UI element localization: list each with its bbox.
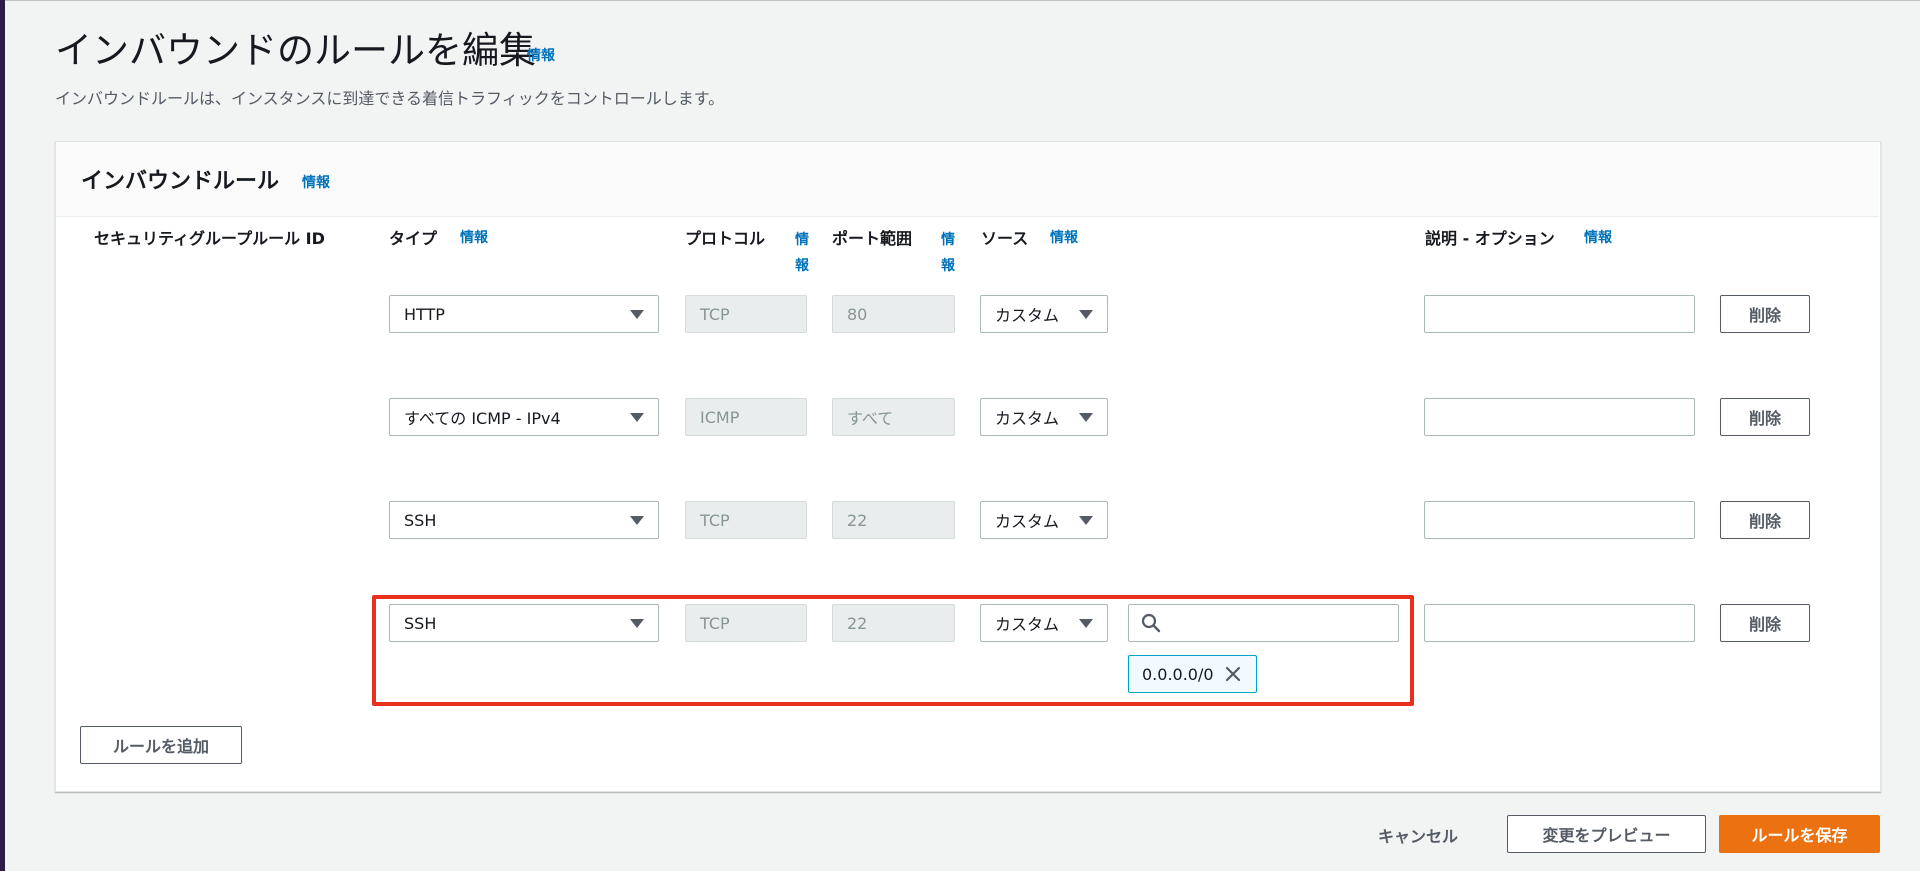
- source-cidr-token: 0.0.0.0/0: [1128, 655, 1257, 693]
- delete-rule-button[interactable]: 削除: [1720, 501, 1810, 539]
- column-header-description-info-link[interactable]: 情報: [1584, 227, 1612, 247]
- caret-down-icon: [630, 309, 644, 319]
- rule-source-select[interactable]: カスタム: [980, 398, 1108, 436]
- rule-protocol-value: ICMP: [700, 407, 740, 427]
- caret-down-icon: [1079, 309, 1093, 319]
- rule-type-select[interactable]: すべての ICMP - IPv4: [389, 398, 659, 436]
- search-icon: [1141, 613, 1161, 633]
- rule-port-range-field: 22: [832, 501, 955, 539]
- window-top-edge: [5, 0, 1920, 1]
- delete-rule-button[interactable]: 削除: [1720, 604, 1810, 642]
- caret-down-icon: [1079, 515, 1093, 525]
- page-title-info-link[interactable]: 情報: [527, 45, 555, 65]
- rule-type-select[interactable]: SSH: [389, 604, 659, 642]
- rule-type-select[interactable]: HTTP: [389, 295, 659, 333]
- column-header-protocol-info-link[interactable]: 情報: [685, 227, 809, 279]
- rule-port-range-value: 80: [847, 304, 868, 324]
- rule-description-input[interactable]: [1424, 295, 1695, 333]
- caret-down-icon: [630, 618, 644, 628]
- rule-source-select[interactable]: カスタム: [980, 295, 1108, 333]
- rule-description-input[interactable]: [1424, 398, 1695, 436]
- rule-port-range-value: 22: [847, 510, 868, 530]
- column-header-port-range-info-link[interactable]: 情報: [832, 227, 955, 279]
- save-rules-button[interactable]: ルールを保存: [1719, 815, 1880, 853]
- rule-type-value: SSH: [404, 613, 437, 633]
- column-header-type: タイプ: [389, 229, 438, 248]
- rule-type-select[interactable]: SSH: [389, 501, 659, 539]
- rule-port-range-value: 22: [847, 613, 868, 633]
- caret-down-icon: [630, 412, 644, 422]
- column-header-rule-id: セキュリティグループルール ID: [94, 229, 325, 248]
- rule-protocol-field: TCP: [685, 501, 807, 539]
- rule-port-range-value: すべて: [847, 409, 894, 428]
- rule-protocol-field: TCP: [685, 604, 807, 642]
- caret-down-icon: [630, 515, 644, 525]
- preview-changes-button[interactable]: 変更をプレビュー: [1507, 815, 1706, 853]
- panel-title: インバウンドルール: [81, 169, 280, 194]
- rule-port-range-field: 80: [832, 295, 955, 333]
- close-icon[interactable]: [1224, 665, 1242, 683]
- rule-source-select[interactable]: カスタム: [980, 501, 1108, 539]
- delete-rule-button[interactable]: 削除: [1720, 398, 1810, 436]
- delete-rule-button[interactable]: 削除: [1720, 295, 1810, 333]
- page-title: インバウンドのルールを編集: [55, 29, 536, 72]
- source-cidr-token-label: 0.0.0.0/0: [1142, 664, 1214, 684]
- rule-type-value: SSH: [404, 510, 437, 530]
- rule-protocol-value: TCP: [700, 304, 730, 324]
- rule-protocol-field: ICMP: [685, 398, 807, 436]
- rule-source-value: カスタム: [995, 615, 1060, 634]
- column-header-source: ソース: [981, 229, 1029, 248]
- rule-description-input[interactable]: [1424, 501, 1695, 539]
- rule-protocol-value: TCP: [700, 510, 730, 530]
- rule-port-range-field: すべて: [832, 398, 955, 436]
- column-header-type-info-link[interactable]: 情報: [460, 227, 488, 247]
- window-left-edge: [0, 0, 5, 871]
- rule-type-value: HTTP: [404, 304, 445, 324]
- panel-title-info-link[interactable]: 情報: [302, 172, 330, 192]
- rule-protocol-value: TCP: [700, 613, 730, 633]
- rule-description-input[interactable]: [1424, 604, 1695, 642]
- rule-source-value: カスタム: [995, 409, 1060, 428]
- add-rule-button[interactable]: ルールを追加: [80, 726, 242, 764]
- caret-down-icon: [1079, 412, 1093, 422]
- column-header-source-info-link[interactable]: 情報: [1050, 227, 1078, 247]
- rule-source-value: カスタム: [995, 512, 1060, 531]
- caret-down-icon: [1079, 618, 1093, 628]
- cancel-button[interactable]: キャンセル: [1378, 823, 1458, 847]
- column-header-description: 説明 - オプション: [1425, 229, 1555, 248]
- rule-protocol-field: TCP: [685, 295, 807, 333]
- rule-port-range-field: 22: [832, 604, 955, 642]
- rule-type-value: すべての ICMP - IPv4: [404, 409, 561, 428]
- rule-source-value: カスタム: [995, 306, 1060, 325]
- rule-source-select[interactable]: カスタム: [980, 604, 1108, 642]
- page-description: インバウンドルールは、インスタンスに到達できる着信トラフィックをコントロールしま…: [55, 89, 725, 108]
- source-cidr-search-input[interactable]: [1128, 604, 1399, 642]
